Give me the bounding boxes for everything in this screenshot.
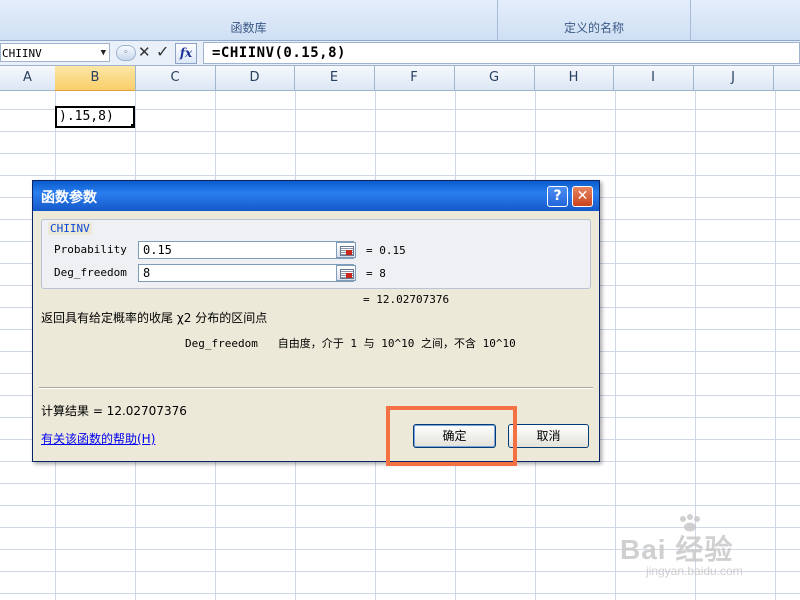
column-header-a[interactable]: A (0, 66, 56, 90)
insert-function-icon[interactable]: fx (175, 43, 197, 64)
collapse-dialog-icon[interactable] (336, 265, 356, 281)
column-header-c[interactable]: C (135, 66, 216, 90)
column-header-e[interactable]: E (294, 66, 375, 90)
column-header-h[interactable]: H (534, 66, 614, 90)
column-header-b[interactable]: B (55, 66, 136, 92)
argument-description: Deg_freedom 自由度，介于 1 与 10^10 之间，不含 10^10 (185, 335, 516, 351)
name-box-value: CHIINV (2, 47, 42, 60)
arg-label-deg-freedom: Deg_freedom (54, 266, 127, 279)
ribbon-group-defined-names: 定义的名称 (498, 0, 691, 40)
separator (39, 387, 593, 389)
close-icon[interactable]: ✕ (572, 186, 593, 207)
column-header-i[interactable]: I (613, 66, 694, 90)
active-cell-text: ).15,8) (59, 109, 114, 124)
cancel-button[interactable]: 取消 (508, 424, 589, 448)
column-header-k[interactable] (773, 66, 800, 90)
dialog-titlebar[interactable]: 函数参数 ? ✕ (33, 181, 599, 211)
column-header-row: A B C D E F G H I J (0, 66, 800, 92)
fill-handle[interactable] (131, 124, 133, 126)
arg-label-probability: Probability (54, 243, 127, 256)
probability-input[interactable]: 0.15 (138, 241, 354, 259)
formula-bar: CHIINV ▼ ◦ ✕ ✓ fx =CHIINV(0.15,8) (0, 41, 800, 66)
baidu-jingyan-watermark: Bai 经验 jingyan.baidu.com (620, 514, 790, 588)
column-header-f[interactable]: F (374, 66, 455, 90)
argument-description-name: Deg_freedom (185, 337, 258, 350)
ribbon-group-caption: 定义的名称 (563, 21, 624, 35)
arg-result-probability: = 0.15 (366, 244, 406, 257)
dialog-title: 函数参数 (41, 190, 97, 206)
column-header-g[interactable]: G (454, 66, 535, 90)
chevron-down-icon[interactable]: ▼ (101, 44, 106, 63)
ribbon-group-formula-auditing (691, 0, 800, 40)
ribbon: 函数库 定义的名称 (0, 0, 800, 41)
column-header-j[interactable]: J (693, 66, 774, 90)
arg-result-deg-freedom: = 8 (366, 267, 386, 280)
collapse-dialog-icon[interactable] (336, 242, 356, 258)
deg-freedom-input[interactable]: 8 (138, 264, 354, 282)
function-name: CHIINV (48, 222, 92, 235)
watermark-main-text: Bai 经验 (620, 534, 734, 565)
argument-description-text: 自由度，介于 1 与 10^10 之间，不含 10^10 (277, 337, 516, 350)
name-box[interactable]: CHIINV ▼ (0, 43, 110, 62)
calculation-result: 计算结果 = 12.02707376 (41, 404, 187, 418)
column-header-d[interactable]: D (215, 66, 295, 90)
expand-icon[interactable]: ◦ (116, 45, 136, 61)
function-help-link[interactable]: 有关该函数的帮助(H) (41, 430, 155, 447)
help-icon[interactable]: ? (547, 186, 568, 207)
function-args-group: CHIINV Probability 0.15 = 0.15 Deg_freed… (41, 219, 591, 289)
watermark-url: jingyan.baidu.com (646, 564, 743, 578)
formula-tools: ◦ ✕ ✓ fx (116, 42, 197, 64)
cancel-icon[interactable]: ✕ (138, 43, 151, 61)
ribbon-group-function-library: 函数库 (0, 0, 498, 40)
highlight-annotation (386, 406, 517, 466)
formula-input[interactable]: =CHIINV(0.15,8) (203, 42, 800, 64)
enter-check-icon[interactable]: ✓ (156, 42, 169, 61)
ribbon-group-caption: 函数库 (230, 21, 267, 35)
function-description: 返回具有给定概率的收尾 χ2 分布的区间点 (41, 311, 268, 325)
active-cell[interactable]: ).15,8) (55, 106, 135, 128)
formula-result: = 12.02707376 (363, 293, 450, 306)
